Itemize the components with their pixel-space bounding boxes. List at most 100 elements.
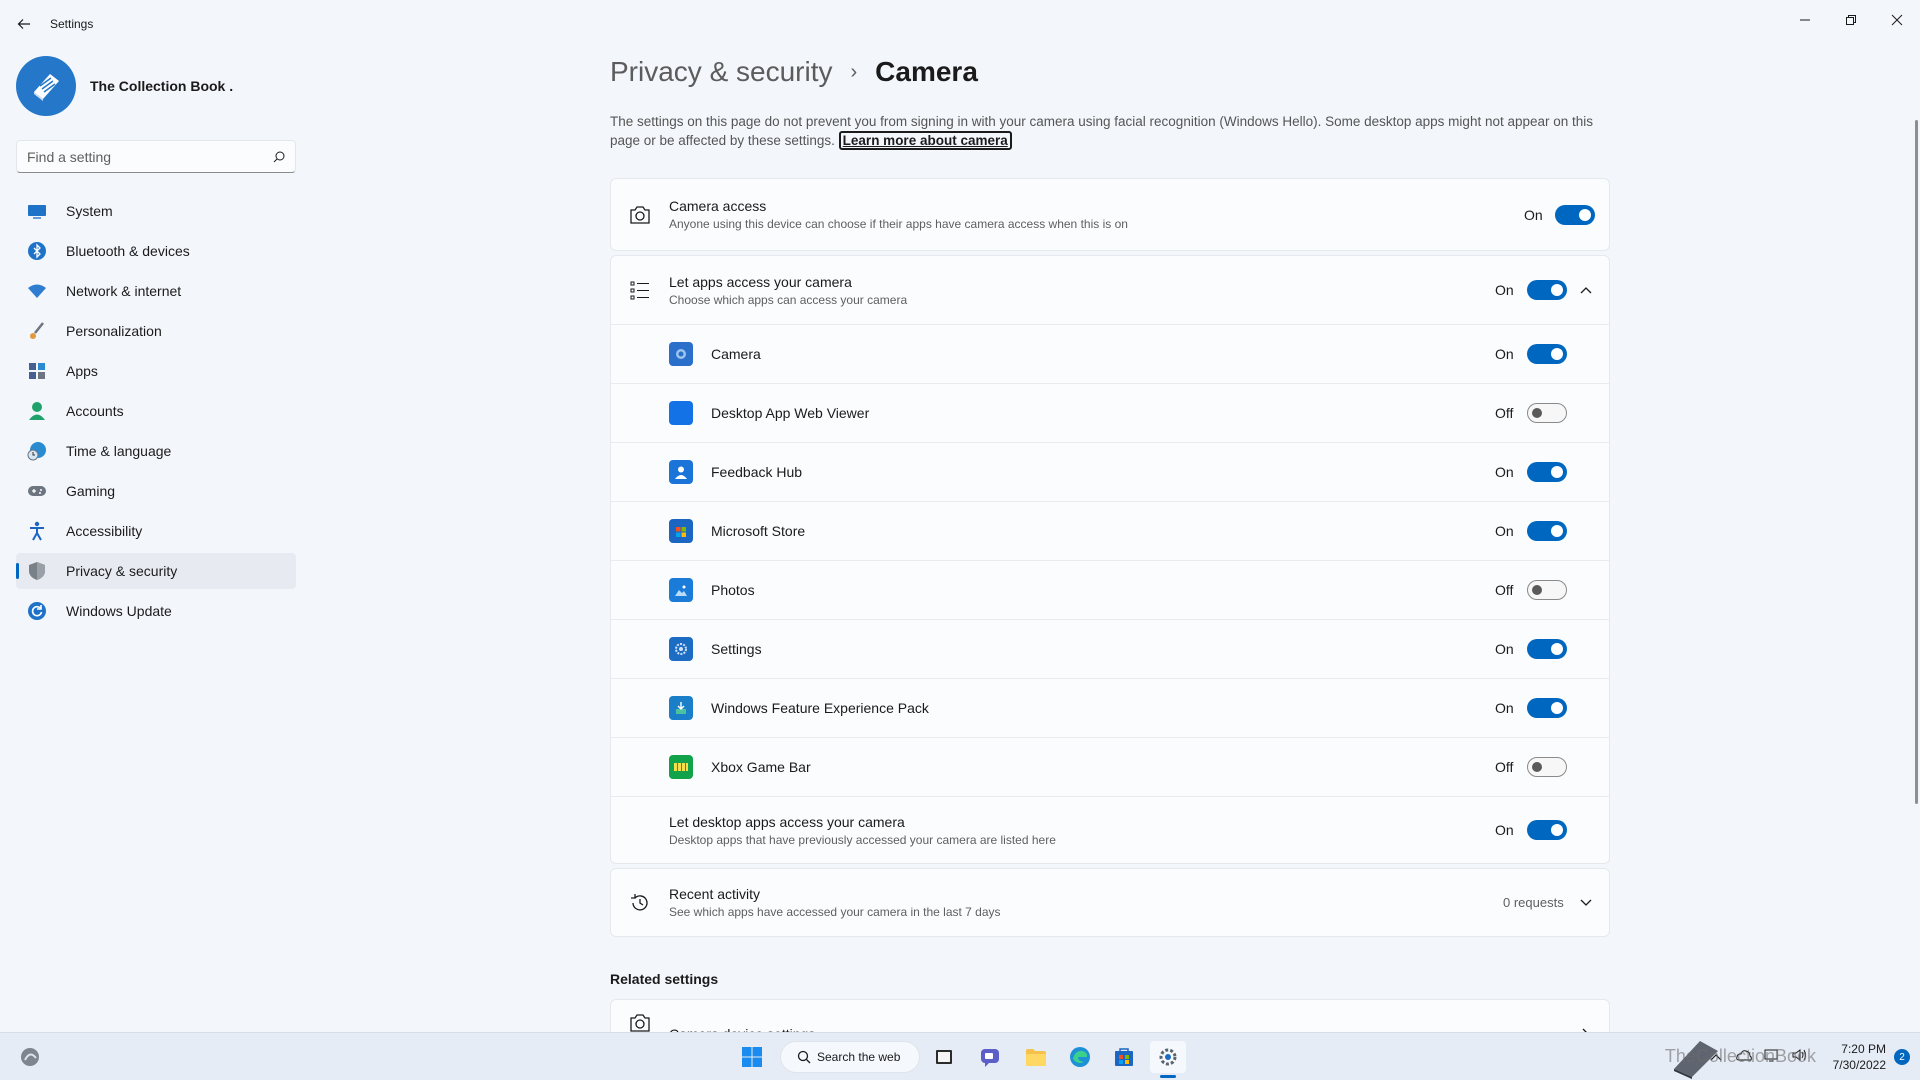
brush-icon: [26, 320, 48, 342]
camera-access-subtitle: Anyone using this device can choose if t…: [669, 217, 1128, 231]
sidebar-item-accessibility[interactable]: Accessibility: [16, 513, 296, 549]
search-input[interactable]: [27, 148, 273, 165]
apps-access-row[interactable]: Let apps access your camera Choose which…: [611, 256, 1609, 325]
active-app-indicator: [1160, 1075, 1176, 1078]
store-button[interactable]: [1106, 1041, 1142, 1073]
sidebar-item-label: Privacy & security: [66, 563, 178, 579]
app-toggle-windows-feature-experience-pack[interactable]: [1527, 698, 1567, 718]
app-row-camera: Camera On: [611, 325, 1609, 384]
back-button[interactable]: [12, 12, 36, 36]
recent-activity-subtitle: See which apps have accessed your camera…: [669, 905, 1001, 919]
folder-icon: [1026, 1049, 1046, 1066]
camera-access-row: Camera access Anyone using this device c…: [611, 179, 1609, 250]
task-view-button[interactable]: [926, 1041, 962, 1073]
sidebar-item-privacy-security[interactable]: Privacy & security: [16, 553, 296, 589]
breadcrumb: Privacy & security › Camera: [610, 56, 1610, 88]
scrollbar[interactable]: [1915, 120, 1918, 804]
app-toggle-settings[interactable]: [1527, 639, 1567, 659]
file-explorer-button[interactable]: [1018, 1041, 1054, 1073]
recent-activity-count: 0 requests: [1503, 895, 1564, 910]
recent-activity-card: Recent activity See which apps have acce…: [610, 868, 1610, 937]
wifi-icon: [26, 280, 48, 302]
app-state: On: [1495, 700, 1514, 716]
app-toggle-photos[interactable]: [1527, 580, 1567, 600]
feature-pack-icon: [669, 696, 693, 720]
app-state: On: [1495, 346, 1514, 362]
learn-more-link[interactable]: Learn more about camera: [838, 131, 1012, 150]
sidebar-item-personalization[interactable]: Personalization: [16, 313, 296, 349]
desktop-apps-row: Let desktop apps access your camera Desk…: [611, 797, 1609, 863]
xbox-icon: [669, 755, 693, 779]
app-state: Off: [1495, 759, 1514, 775]
settings-taskbar-button[interactable]: [1150, 1041, 1186, 1073]
edge-button[interactable]: [1062, 1041, 1098, 1073]
restore-button[interactable]: [1828, 4, 1874, 36]
desktop-apps-text: Let desktop apps access your camera Desk…: [669, 814, 1056, 847]
sidebar-item-label: Personalization: [66, 323, 162, 339]
profile: The Collection Book .: [16, 56, 233, 116]
back-arrow-icon: [17, 19, 30, 29]
related-settings-heading: Related settings: [610, 971, 719, 987]
camera-icon: [627, 202, 653, 228]
app-toggle-desktop-app-web-viewer[interactable]: [1527, 403, 1567, 423]
app-row-desktop-app-web-viewer: Desktop App Web Viewer Off: [611, 384, 1609, 443]
clock-date: 7/30/2022: [1832, 1058, 1886, 1072]
minimize-button[interactable]: [1782, 4, 1828, 36]
camera-access-state: On: [1524, 206, 1543, 223]
taskbar-search[interactable]: Search the web: [780, 1041, 920, 1073]
app-state: On: [1495, 464, 1514, 480]
clock[interactable]: 7:20 PM 7/30/2022: [1833, 1041, 1886, 1073]
sidebar-item-label: Apps: [66, 363, 98, 379]
app-toggle-feedback-hub[interactable]: [1527, 462, 1567, 482]
sidebar-item-bluetooth[interactable]: Bluetooth & devices: [16, 233, 296, 269]
avatar[interactable]: [16, 56, 76, 116]
taskbar: Search the web TheCollectionBook 7:20 PM…: [0, 1032, 1920, 1080]
sidebar-item-system[interactable]: System: [16, 193, 296, 229]
minimize-icon: [1800, 19, 1810, 21]
app-row-windows-feature-experience-pack: Windows Feature Experience Pack On: [611, 679, 1609, 738]
app-toggle-microsoft-store[interactable]: [1527, 521, 1567, 541]
sidebar-item-label: Bluetooth & devices: [66, 243, 190, 259]
list-icon: [627, 277, 653, 303]
search-icon[interactable]: [273, 151, 285, 163]
teams-chat-button[interactable]: [972, 1041, 1008, 1073]
camera-access-toggle[interactable]: [1555, 204, 1595, 225]
app-toggle-camera[interactable]: [1527, 344, 1567, 364]
sidebar-item-apps[interactable]: Apps: [16, 353, 296, 389]
apps-access-state: On: [1495, 282, 1514, 298]
app-row-settings: Settings On: [611, 620, 1609, 679]
sidebar-item-label: Gaming: [66, 483, 116, 499]
sidebar-item-windows-update[interactable]: Windows Update: [16, 593, 296, 629]
app-state: On: [1495, 641, 1514, 657]
window-title: Settings: [50, 17, 94, 31]
apps-access-toggle[interactable]: [1527, 280, 1567, 300]
start-button[interactable]: [734, 1041, 770, 1073]
store-icon: [669, 519, 693, 543]
chevron-down-icon[interactable]: [1576, 893, 1596, 913]
accessibility-icon: [26, 520, 48, 542]
breadcrumb-parent[interactable]: Privacy & security: [610, 56, 833, 88]
sidebar-item-accounts[interactable]: Accounts: [16, 393, 296, 429]
recent-activity-row[interactable]: Recent activity See which apps have acce…: [611, 869, 1609, 936]
search-box[interactable]: [16, 140, 296, 173]
desktop-apps-state: On: [1495, 822, 1514, 838]
app-name: Photos: [711, 582, 755, 598]
desktop-apps-toggle[interactable]: [1527, 820, 1567, 840]
camera-access-text: Camera access Anyone using this device c…: [669, 198, 1128, 231]
app-toggle-xbox-game-bar[interactable]: [1527, 757, 1567, 777]
weather-widget[interactable]: [12, 1041, 48, 1073]
close-button[interactable]: [1874, 4, 1920, 36]
notification-badge[interactable]: 2: [1894, 1049, 1910, 1065]
sidebar-item-network[interactable]: Network & internet: [16, 273, 296, 309]
apps-icon: [26, 360, 48, 382]
recent-activity-text: Recent activity See which apps have acce…: [669, 886, 1001, 919]
app-state: Off: [1495, 405, 1514, 421]
sidebar-item-gaming[interactable]: Gaming: [16, 473, 296, 509]
sidebar-item-time-language[interactable]: Time & language: [16, 433, 296, 469]
app-name: Windows Feature Experience Pack: [711, 700, 929, 716]
sidebar-item-label: Accounts: [66, 403, 124, 419]
sidebar-item-label: Time & language: [66, 443, 172, 459]
store-bag-icon: [1115, 1048, 1133, 1066]
chevron-up-icon[interactable]: [1576, 280, 1596, 300]
page-title: Camera: [875, 56, 978, 87]
